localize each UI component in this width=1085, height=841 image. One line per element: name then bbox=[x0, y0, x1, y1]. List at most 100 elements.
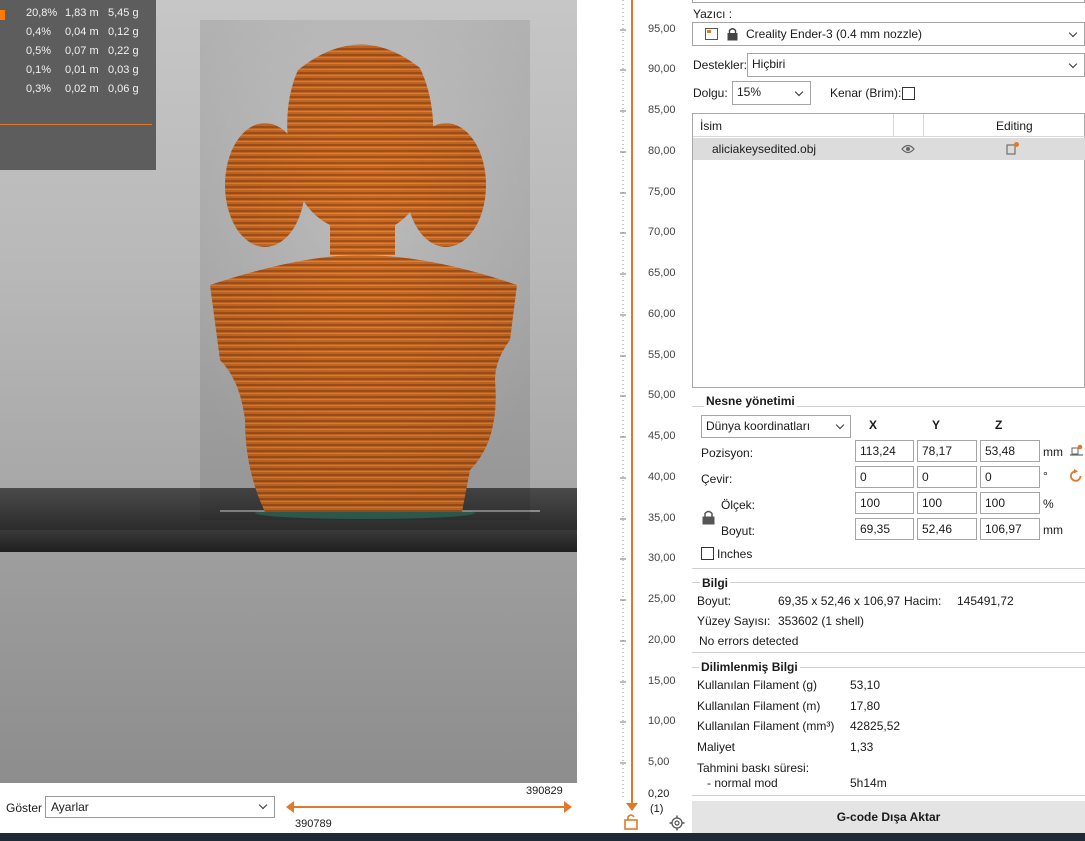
legend-divider bbox=[0, 124, 152, 125]
rotate-y-input[interactable]: 0 bbox=[917, 466, 977, 488]
scale-label: Ölçek: bbox=[721, 498, 756, 512]
legend-row: 0,5% 0,07 m 0,22 g bbox=[0, 43, 156, 62]
sliced-row-value: 42825,52 bbox=[850, 719, 901, 733]
sliced-info-title: Dilimlenmiş Bilgi bbox=[699, 660, 800, 674]
tick-label: 90,00 bbox=[648, 63, 676, 75]
layer-slider-bottom-count: (1) bbox=[650, 803, 664, 815]
scale-x-input[interactable]: 100 bbox=[855, 492, 914, 514]
tick-label: 75,00 bbox=[648, 186, 676, 198]
y-axis-header: Y bbox=[932, 418, 941, 432]
info-volume-value: 145491,72 bbox=[957, 594, 1014, 608]
horizontal-slider-lower-value: 390789 bbox=[295, 818, 332, 830]
horizontal-slider[interactable] bbox=[286, 800, 572, 814]
coordinate-mode-select[interactable]: Dünya koordinatları bbox=[701, 415, 851, 438]
position-z-input[interactable]: 53,48 bbox=[980, 440, 1040, 462]
scale-z-input[interactable]: 100 bbox=[980, 492, 1040, 514]
column-editing-header[interactable]: Editing bbox=[996, 119, 1033, 133]
sliced-row-value: 17,80 bbox=[850, 699, 881, 713]
tick-label: 35,00 bbox=[648, 512, 676, 524]
chevron-down-icon bbox=[1068, 59, 1078, 69]
show-select[interactable]: Ayarlar bbox=[45, 796, 275, 818]
chevron-down-icon bbox=[258, 800, 268, 810]
object-name[interactable]: aliciakeysedited.obj bbox=[712, 142, 816, 156]
sliced-row-label: Kullanılan Filament (mm³) bbox=[697, 719, 835, 733]
position-y-input[interactable]: 78,17 bbox=[917, 440, 977, 462]
tick-label: 65,00 bbox=[648, 267, 676, 279]
tick-label: 60,00 bbox=[648, 308, 676, 320]
object-list[interactable]: İsim Editing aliciakeysedited.obj bbox=[692, 113, 1085, 388]
eye-icon[interactable] bbox=[901, 144, 915, 154]
z-axis-header: Z bbox=[995, 418, 1003, 432]
previous-field[interactable] bbox=[692, 0, 1085, 3]
column-name-header[interactable]: İsim bbox=[700, 119, 722, 133]
legend-percent: 0,1% bbox=[26, 64, 52, 76]
legend-length: 0,07 m bbox=[65, 45, 99, 57]
legend-length: 0,04 m bbox=[65, 26, 99, 38]
legend-weight: 0,22 g bbox=[108, 45, 139, 57]
legend-panel: 20,8% 1,83 m 5,45 g 0,4% 0,04 m 0,12 g 0… bbox=[0, 0, 156, 170]
position-x-input[interactable]: 113,24 bbox=[855, 440, 914, 462]
x-axis-header: X bbox=[869, 418, 878, 432]
scale-unit: % bbox=[1043, 497, 1054, 511]
rotate-label: Çevir: bbox=[701, 472, 733, 486]
legend-length: 1,83 m bbox=[65, 7, 99, 19]
object-row[interactable]: aliciakeysedited.obj bbox=[693, 138, 1085, 160]
infill-select[interactable]: 15% bbox=[732, 81, 811, 105]
printer-label: Yazıcı : bbox=[693, 7, 733, 21]
rotate-z-input[interactable]: 0 bbox=[980, 466, 1040, 488]
os-taskbar bbox=[0, 833, 1085, 841]
reset-rotation-icon[interactable] bbox=[1069, 469, 1083, 483]
info-errors: No errors detected bbox=[699, 634, 799, 648]
infill-label: Dolgu: bbox=[693, 86, 728, 100]
brim-label: Kenar (Brim): bbox=[830, 86, 902, 100]
tick-label: 10,00 bbox=[648, 715, 676, 727]
3d-viewport[interactable]: 20,8% 1,83 m 5,45 g 0,4% 0,04 m 0,12 g 0… bbox=[0, 0, 577, 783]
info-facets-value: 353602 (1 shell) bbox=[778, 614, 865, 628]
show-select-value: Ayarlar bbox=[51, 800, 89, 814]
sliced-row-label: Kullanılan Filament (m) bbox=[697, 699, 821, 713]
chevron-down-icon bbox=[1068, 28, 1078, 38]
sliced-row-label: Kullanılan Filament (g) bbox=[697, 678, 818, 692]
section-divider bbox=[692, 652, 1085, 653]
legend-weight: 0,03 g bbox=[108, 64, 139, 76]
supports-select[interactable]: Hiçbiri bbox=[747, 53, 1085, 77]
tick-label: 15,00 bbox=[648, 675, 676, 687]
legend-row: 0,3% 0,02 m 0,06 g bbox=[0, 81, 156, 100]
brim-checkbox[interactable] bbox=[902, 87, 915, 100]
tick-label: 55,00 bbox=[648, 349, 676, 361]
size-z-input[interactable]: 106,97 bbox=[980, 518, 1040, 540]
layer-slider-handle-icon bbox=[626, 803, 638, 811]
printer-select[interactable]: Creality Ender-3 (0.4 mm nozzle) bbox=[692, 22, 1085, 46]
object-list-header: İsim Editing bbox=[693, 114, 1085, 137]
tick-label: 25,00 bbox=[648, 593, 676, 605]
legend-row: 0,4% 0,04 m 0,12 g bbox=[0, 24, 156, 43]
export-gcode-button[interactable]: G-code Dışa Aktar bbox=[692, 801, 1085, 833]
section-divider bbox=[692, 568, 1085, 569]
scale-y-input[interactable]: 100 bbox=[917, 492, 977, 514]
tick-label: 70,00 bbox=[648, 226, 676, 238]
settings-gear-icon[interactable] bbox=[669, 815, 685, 831]
supports-value: Hiçbiri bbox=[752, 57, 786, 71]
chevron-down-icon bbox=[794, 87, 804, 97]
size-unit: mm bbox=[1043, 523, 1063, 537]
lock-icon bbox=[624, 814, 638, 830]
legend-weight: 5,45 g bbox=[108, 7, 139, 19]
section-divider bbox=[692, 795, 1085, 796]
layer-slider[interactable] bbox=[600, 0, 646, 833]
size-x-input[interactable]: 69,35 bbox=[855, 518, 914, 540]
sliced-row-label: Maliyet bbox=[697, 740, 736, 754]
inches-checkbox[interactable] bbox=[701, 547, 714, 560]
rotate-x-input[interactable]: 0 bbox=[855, 466, 914, 488]
legend-length: 0,01 m bbox=[65, 64, 99, 76]
position-unit: mm bbox=[1043, 445, 1063, 459]
edit-settings-icon[interactable] bbox=[1006, 141, 1020, 155]
printer-icon bbox=[705, 28, 718, 40]
info-size-value: 69,35 x 52,46 x 106,97 bbox=[778, 594, 901, 608]
scale-lock-icon[interactable] bbox=[702, 510, 715, 525]
legend-weight: 0,06 g bbox=[108, 83, 139, 95]
show-label: Göster bbox=[6, 801, 43, 815]
printer-value: Creality Ender-3 (0.4 mm nozzle) bbox=[746, 27, 923, 41]
drop-to-bed-icon[interactable] bbox=[1070, 444, 1083, 456]
legend-row: 0,1% 0,01 m 0,03 g bbox=[0, 62, 156, 81]
size-y-input[interactable]: 52,46 bbox=[917, 518, 977, 540]
